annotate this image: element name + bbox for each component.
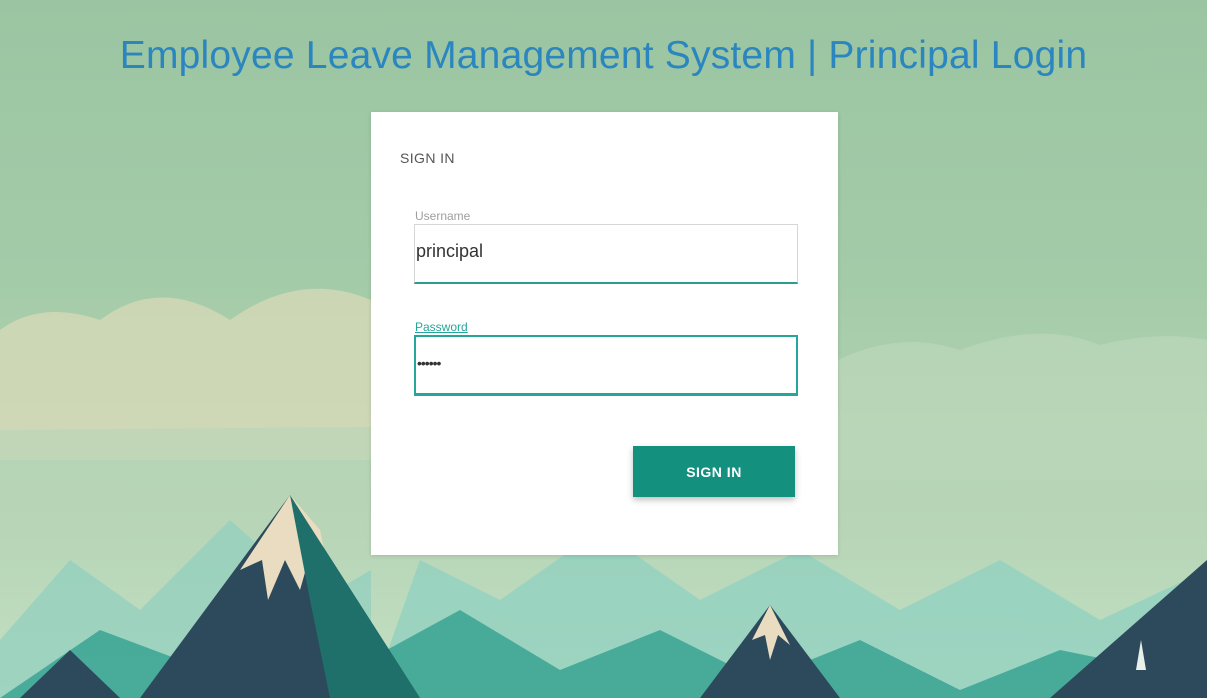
login-card: SIGN IN Username Password SIGN IN: [371, 112, 838, 555]
login-page: Employee Leave Management System | Princ…: [0, 0, 1207, 698]
page-title: Employee Leave Management System | Princ…: [119, 34, 1088, 77]
card-heading: SIGN IN: [400, 150, 455, 166]
sign-in-button[interactable]: SIGN IN: [633, 446, 795, 497]
username-label: Username: [415, 209, 471, 223]
password-input[interactable]: [416, 337, 796, 393]
password-box: [414, 335, 798, 395]
password-field-group: Password: [414, 320, 798, 395]
username-input[interactable]: [415, 225, 797, 282]
username-box: [414, 224, 798, 284]
username-field-group: Username: [414, 209, 798, 284]
password-label: Password: [415, 320, 468, 334]
